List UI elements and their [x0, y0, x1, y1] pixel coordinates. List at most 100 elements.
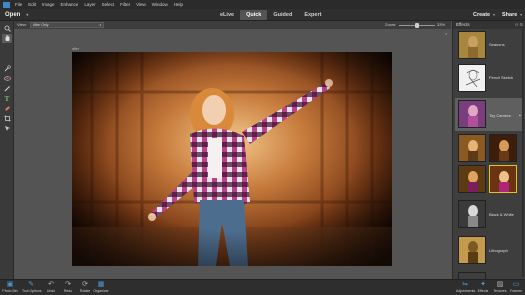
- close-document-icon[interactable]: ×: [445, 31, 447, 36]
- effects-label: Effects: [477, 289, 489, 293]
- chevron-down-icon: ▾: [99, 23, 101, 27]
- mode-tabs: eLive Quick Guided Expert: [214, 10, 327, 20]
- red-eye-tool-icon[interactable]: [2, 74, 12, 83]
- effect-item-black-white[interactable]: Black & White: [455, 198, 523, 228]
- bottom-taskbar: ▣ Photo Bin ✎ Tool Options ↶ Undo ↷ Redo…: [0, 279, 525, 295]
- panel-scrollbar[interactable]: [522, 29, 524, 277]
- move-tool-icon[interactable]: [2, 124, 12, 133]
- photo-bin-icon: ▣: [6, 281, 14, 288]
- photo-bin-label: Photo Bin: [2, 289, 18, 293]
- menu-image[interactable]: Image: [42, 0, 55, 9]
- share-button-label: Share: [502, 12, 518, 18]
- frames-label: Frames: [510, 289, 522, 293]
- frames-icon: ▭: [512, 281, 520, 288]
- effect-item-pencil-sketch[interactable]: Pencil Sketch: [455, 63, 523, 93]
- effect-item-lithograph[interactable]: Lithograph: [455, 234, 523, 264]
- effect-label: Toy Camera: [489, 113, 511, 118]
- create-button-label: Create: [473, 12, 491, 18]
- effect-label: Pencil Sketch: [489, 75, 514, 80]
- toy-camera-variation-4-selected[interactable]: [489, 165, 517, 193]
- share-button[interactable]: Share ▾: [502, 11, 522, 19]
- tab-quick[interactable]: Quick: [240, 10, 268, 20]
- adjustments-icon: ⇋: [462, 281, 468, 288]
- menu-view[interactable]: View: [136, 0, 146, 9]
- menu-edit[interactable]: Edit: [28, 0, 36, 9]
- effect-thumb: [458, 200, 486, 228]
- chevron-down-icon: ▾: [493, 13, 495, 17]
- document-tab[interactable]: after: [72, 47, 79, 51]
- organizer-icon: ▦: [97, 281, 105, 288]
- open-button[interactable]: Open ▾: [5, 11, 28, 19]
- expand-variations-icon[interactable]: ▴: [519, 113, 521, 117]
- zoom-value: 33%: [437, 22, 446, 27]
- view-options-bar: View: After Only ▾ Zoom: 33%: [14, 21, 451, 29]
- menu-layer[interactable]: Layer: [84, 0, 95, 9]
- redo-button[interactable]: ↷ Redo: [59, 281, 77, 294]
- effect-thumb: [458, 64, 486, 92]
- document-photo[interactable]: [72, 52, 392, 266]
- menu-help[interactable]: Help: [174, 0, 183, 9]
- view-select-value: After Only: [33, 23, 49, 27]
- toolbox: T: [0, 21, 14, 279]
- effect-label: Black & White: [489, 212, 514, 217]
- effects-panel: Effects ⊝ ⚙ Seasons Pencil Sketch Toy Ca…: [452, 21, 525, 279]
- tool-options-icon: ✎: [28, 281, 34, 288]
- effect-label: Seasons: [489, 42, 505, 47]
- create-button[interactable]: Create ▾: [473, 11, 495, 19]
- tab-guided[interactable]: Guided: [267, 10, 298, 20]
- menu-bar: File Edit Image Enhance Layer Select Fil…: [0, 0, 525, 9]
- type-tool-icon[interactable]: T: [2, 94, 12, 103]
- chevron-down-icon: ▾: [520, 13, 523, 17]
- tool-options-label: Tool Options: [22, 289, 42, 293]
- view-label: View:: [17, 22, 27, 27]
- photo-artwork: [72, 52, 392, 266]
- zoom-slider-handle[interactable]: [415, 22, 419, 28]
- undo-label: Undo: [46, 289, 56, 293]
- app-logo-icon: [3, 1, 10, 8]
- undo-icon: ↶: [48, 281, 54, 288]
- effects-icon: ✦: [480, 281, 486, 288]
- undo-button[interactable]: ↶ Undo: [42, 281, 60, 294]
- adjustments-button[interactable]: ⇋ Adjustments: [456, 281, 476, 294]
- photo-bin-button[interactable]: ▣ Photo Bin: [1, 281, 19, 294]
- tab-expert[interactable]: Expert: [298, 10, 327, 20]
- menu-window[interactable]: Window: [152, 0, 168, 9]
- redo-label: Redo: [63, 289, 73, 293]
- adjustments-label: Adjustments: [456, 289, 476, 293]
- toy-camera-variation-1[interactable]: [458, 134, 486, 162]
- effects-panel-header: Effects ⊝ ⚙: [453, 21, 525, 29]
- effect-item-seasons[interactable]: Seasons: [455, 30, 523, 60]
- zoom-tool-icon[interactable]: [2, 24, 12, 33]
- app-window: File Edit Image Enhance Layer Select Fil…: [0, 0, 525, 295]
- effect-thumb: [458, 100, 486, 128]
- effect-item-next-partial[interactable]: [458, 272, 486, 279]
- effect-thumb: [458, 236, 486, 264]
- effects-button[interactable]: ✦ Effects: [474, 281, 492, 294]
- effect-item-toy-camera[interactable]: Toy Camera ▴: [455, 98, 523, 131]
- panel-options-icons[interactable]: ⊝ ⚙: [515, 21, 523, 29]
- quick-selection-tool-icon[interactable]: [2, 64, 12, 73]
- crop-tool-icon[interactable]: [2, 114, 12, 123]
- menu-file[interactable]: File: [15, 0, 22, 9]
- tab-elive[interactable]: eLive: [214, 10, 240, 20]
- effect-thumb: [458, 31, 486, 59]
- redo-icon: ↷: [65, 281, 71, 288]
- effects-panel-title: Effects: [456, 22, 470, 27]
- toy-camera-variation-2[interactable]: [489, 134, 517, 162]
- toy-camera-variation-3[interactable]: [458, 165, 486, 193]
- organizer-label: Organizer: [93, 289, 109, 293]
- zoom-label: Zoom:: [385, 22, 397, 27]
- tool-options-button[interactable]: ✎ Tool Options: [22, 281, 42, 294]
- menu-enhance[interactable]: Enhance: [61, 0, 79, 9]
- whiten-teeth-tool-icon[interactable]: [2, 84, 12, 93]
- chevron-down-icon: ▾: [26, 12, 29, 17]
- open-button-label: Open: [5, 12, 21, 18]
- view-select[interactable]: After Only ▾: [30, 22, 104, 28]
- organizer-button[interactable]: ▦ Organizer: [92, 281, 110, 294]
- spot-healing-tool-icon[interactable]: [2, 104, 12, 113]
- hand-tool-icon[interactable]: [2, 34, 12, 43]
- menu-select[interactable]: Select: [102, 0, 115, 9]
- menu-filter[interactable]: Filter: [120, 0, 130, 9]
- effect-label: Lithograph: [489, 248, 508, 253]
- frames-button[interactable]: ▭ Frames: [507, 281, 525, 294]
